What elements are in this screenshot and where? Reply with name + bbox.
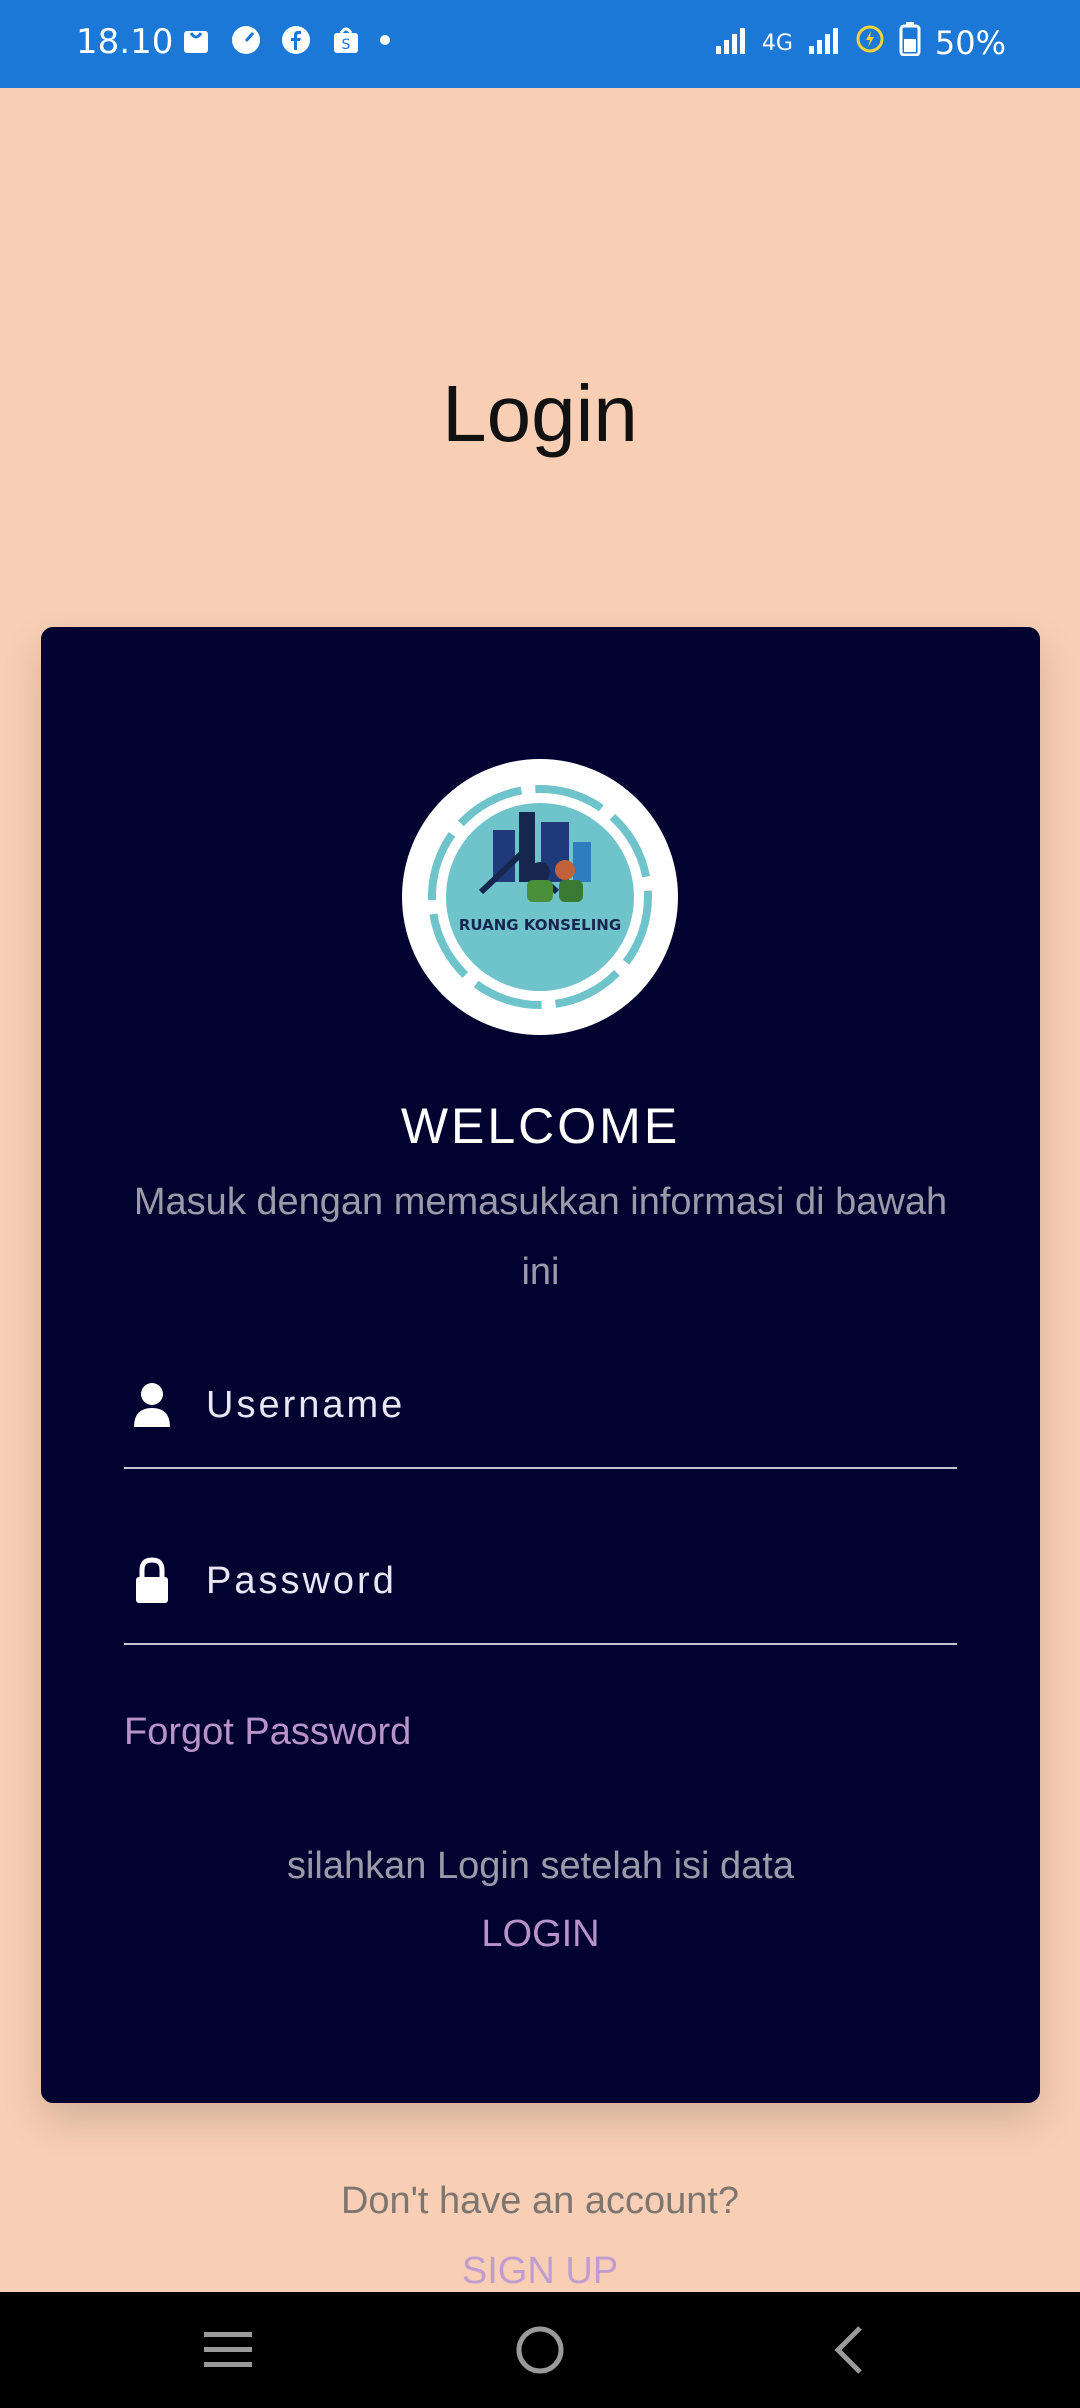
password-input[interactable] (204, 1545, 948, 1617)
forgot-password-link[interactable]: Forgot Password (124, 1711, 411, 1754)
shop-icon: S (330, 24, 362, 56)
user-icon (132, 1381, 172, 1429)
menu-icon[interactable] (196, 2318, 260, 2382)
home-icon[interactable] (508, 2318, 572, 2382)
signup-link[interactable]: SIGN UP (0, 2250, 1080, 2293)
username-field[interactable] (124, 1347, 957, 1469)
battery-icon (899, 22, 921, 64)
login-hint: silahkan Login setelah isi data (286, 1845, 794, 1887)
signal-icon-2 (807, 24, 841, 62)
login-button[interactable]: LOGIN (41, 1913, 1040, 1956)
status-right: 4G 50% (714, 22, 1006, 64)
login-card: RUANG KONSELING WELCOME Masuk dengan mem… (41, 627, 1040, 2103)
svg-text:RUANG KONSELING: RUANG KONSELING (459, 916, 621, 934)
battery-percent: 50% (934, 24, 1006, 62)
welcome-heading: WELCOME (400, 1098, 681, 1154)
status-notifications: S (180, 24, 390, 56)
signal-icon (714, 24, 748, 62)
no-account-text: Don't have an account? (340, 2180, 740, 2222)
notification-dot (380, 35, 390, 45)
status-time: 18.10 (76, 22, 174, 62)
app-logo: RUANG KONSELING (402, 759, 678, 1035)
password-field[interactable] (124, 1523, 957, 1645)
status-bar: 18.10 S 4G 50% (0, 0, 1080, 88)
navigation-bar (0, 2292, 1080, 2408)
username-input[interactable] (204, 1369, 948, 1441)
network-type: 4G (761, 30, 793, 56)
welcome-subtitle: Masuk dengan memasukkan informasi di baw… (133, 1181, 948, 1293)
battery-saver-icon (855, 24, 885, 62)
page-title: Login (442, 369, 638, 458)
svg-text:S: S (342, 37, 351, 53)
facebook-icon (280, 24, 312, 56)
speedometer-icon (230, 24, 262, 56)
back-icon[interactable] (818, 2318, 882, 2382)
lock-icon (132, 1557, 172, 1605)
shopping-bag-icon (180, 24, 212, 56)
